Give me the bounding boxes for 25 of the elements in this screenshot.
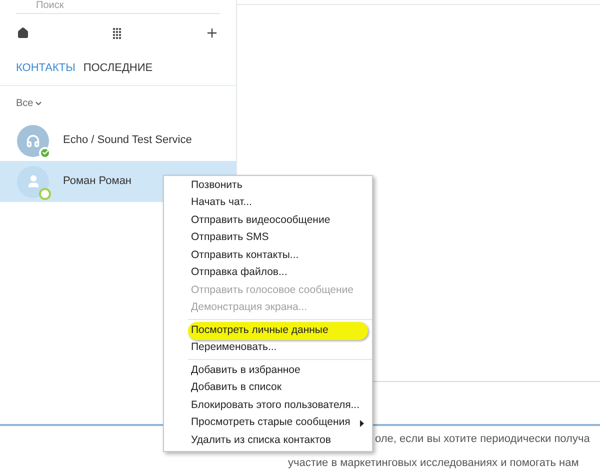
- menu-item[interactable]: Переименовать...: [188, 340, 372, 357]
- menu-item[interactable]: Удалить из списка контактов: [188, 432, 372, 450]
- filter-dropdown[interactable]: Все: [16, 96, 44, 110]
- dialpad-icon[interactable]: [113, 28, 121, 38]
- menu-item[interactable]: Отправка файлов...: [164, 264, 372, 282]
- menu-item[interactable]: Отправить видеосообщение: [164, 212, 372, 230]
- footer-text: участие в маркетинговых исследованиях и помогать нам: [288, 456, 580, 471]
- menu-item[interactable]: Блокировать этого пользователя...: [188, 397, 372, 414]
- menu-item[interactable]: Отправить SMS: [164, 230, 372, 247]
- menu-item[interactable]: Добавить в избранное: [188, 362, 372, 380]
- menu-item[interactable]: Отправить контакты...: [164, 247, 372, 264]
- contact-name: Echo / Sound Test Service: [63, 133, 192, 148]
- contact-row[interactable]: Echo / Sound Test Service: [0, 120, 236, 161]
- footer-text: оле, если вы хотите периодически получа: [375, 432, 591, 447]
- tab[interactable]: ПОСЛЕДНИЕ: [83, 60, 153, 77]
- plus-icon[interactable]: [205, 26, 219, 40]
- home-icon[interactable]: [17, 27, 29, 39]
- person-icon: [26, 174, 40, 189]
- tab[interactable]: КОНТАКТЫ: [16, 60, 76, 77]
- menu-item[interactable]: Просмотреть старые сообщения: [188, 414, 372, 432]
- check-icon: [42, 149, 48, 156]
- menu-item[interactable]: Добавить в список: [188, 380, 372, 397]
- headset-icon: [26, 134, 40, 148]
- contact-name: Роман Роман: [63, 174, 132, 190]
- menu-item[interactable]: Посмотреть личные данные: [188, 322, 368, 340]
